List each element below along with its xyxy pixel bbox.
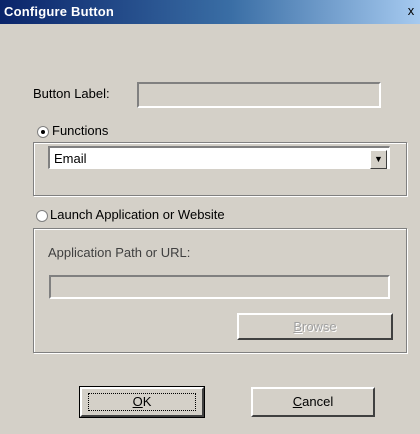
button-label-caption: Button Label: (33, 86, 110, 101)
path-input[interactable] (49, 275, 390, 299)
launch-radio[interactable] (36, 210, 48, 222)
close-icon[interactable]: x (404, 3, 418, 19)
launch-radio-label: Launch Application or Website (50, 207, 225, 222)
path-label: Application Path or URL: (48, 245, 191, 260)
title-bar: Configure Button x (0, 0, 420, 24)
focus-ring (88, 393, 196, 411)
cancel-button[interactable]: Cancel (251, 387, 375, 417)
dropdown-arrow-icon[interactable]: ▼ (370, 150, 387, 169)
functions-dropdown-value: Email (54, 151, 87, 166)
browse-button[interactable]: Browse (237, 313, 393, 340)
functions-dropdown[interactable]: Email ▼ (48, 146, 390, 169)
functions-radio-label: Functions (52, 123, 109, 138)
functions-radio[interactable] (37, 126, 49, 138)
button-label-input[interactable] (137, 82, 381, 108)
window-title: Configure Button (4, 4, 115, 19)
ok-button[interactable]: OK (79, 386, 205, 418)
